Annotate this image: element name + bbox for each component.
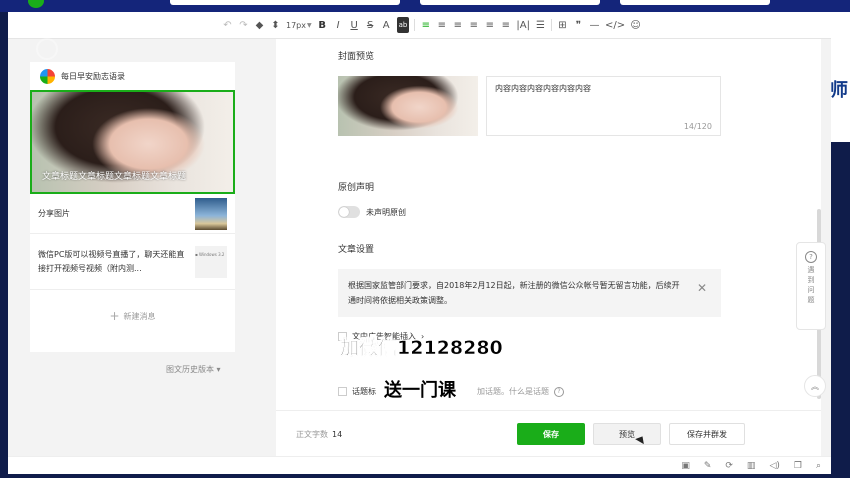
chevron-up-icon: ︽ xyxy=(811,381,819,391)
cover-article-title: 文章标题文章标题文章标题文章标题 xyxy=(42,172,187,182)
cover-article-card[interactable]: 文章标题文章标题文章标题文章标题 xyxy=(30,90,235,194)
list-item-title: 分享图片 xyxy=(38,208,70,218)
align-left-icon[interactable]: ≡ xyxy=(420,17,431,33)
list-item-thumbnail xyxy=(195,197,227,230)
back-to-top-button[interactable]: ︽ xyxy=(804,375,826,397)
code-icon[interactable]: </> xyxy=(605,17,625,33)
align-center-icon[interactable]: ≡ xyxy=(452,17,463,33)
letter-spacing-icon[interactable]: |A| xyxy=(516,17,530,33)
indent-icon[interactable]: ≡ xyxy=(436,17,447,33)
topic-help-text: 加话题。什么是话题 xyxy=(477,387,549,396)
new-message-label: 新建消息 xyxy=(123,311,156,321)
notice-banner: 根据国家监管部门要求，自2018年2月12日起，新注册的微信公众帐号暂无留言功能… xyxy=(338,269,721,317)
quote-icon[interactable]: ❞ xyxy=(573,17,584,33)
paragraph-spacing-icon[interactable]: ≡ xyxy=(484,17,495,33)
history-version-link[interactable]: 图文历史版本 ▾ xyxy=(166,364,221,375)
cover-preview-label: 封面预览 xyxy=(338,52,375,62)
save-and-mass-send-button[interactable]: 保存并群发 xyxy=(669,423,745,445)
settings-label: 文章设置 xyxy=(338,245,375,255)
account-avatar xyxy=(40,68,55,84)
cover-photo xyxy=(338,76,478,136)
plus-icon: + xyxy=(109,309,120,323)
digest-char-count: 14/120 xyxy=(683,122,712,131)
trash-icon[interactable]: ▥ xyxy=(747,461,756,471)
help-icon: ? xyxy=(805,251,817,263)
promo-overlay-line1: 加微信12128280 xyxy=(340,337,503,360)
redo-icon[interactable]: ↷ xyxy=(238,17,249,33)
toolbar-divider xyxy=(414,19,416,31)
editor-window: ↶ ↷ ◆ ⬍ 17px ▼ B I U S A ab ≡ ≡ ≡ ≡ ≡ ≡ |… xyxy=(8,12,831,474)
preview-button[interactable]: 预览 xyxy=(593,423,661,445)
word-count-value: 14 xyxy=(332,430,343,439)
top-strip xyxy=(0,0,850,12)
word-count-label: 正文字数 xyxy=(296,430,328,439)
toolbar-divider xyxy=(550,19,552,31)
original-toggle[interactable] xyxy=(338,206,360,218)
account-name: 每日早安励志语录 xyxy=(61,71,125,81)
promo-overlay-line2: 送一门课 xyxy=(384,380,456,401)
font-color-button[interactable]: A xyxy=(381,17,392,33)
action-bar: 正文字数 14 保存 预览 保存并群发 xyxy=(276,410,821,456)
header-tab[interactable] xyxy=(420,0,600,5)
header-tab[interactable] xyxy=(170,0,400,5)
cover-preview-image[interactable] xyxy=(338,76,478,136)
help-widget[interactable]: ? 遇到问题 xyxy=(796,242,826,330)
underline-button[interactable]: U xyxy=(349,17,360,33)
refresh-icon[interactable]: ⟳ xyxy=(725,461,733,471)
header-tab[interactable] xyxy=(620,0,770,5)
chevron-down-icon: ▾ xyxy=(216,365,221,374)
undo-icon[interactable]: ↶ xyxy=(222,17,233,33)
new-message-button[interactable]: + 新建消息 xyxy=(30,290,235,342)
original-toggle-label: 未声明原创 xyxy=(366,207,406,217)
digest-input[interactable]: 内容内容内容内容内容内容 14/120 xyxy=(486,76,721,136)
italic-button[interactable]: I xyxy=(333,17,344,33)
topic-checkbox[interactable] xyxy=(338,387,347,396)
chevron-down-icon: ▼ xyxy=(307,21,312,29)
list-item[interactable]: 微信PC版可以视频号直播了，聊天还能直接打开视频号视频（附内测... ▪ Win… xyxy=(30,234,235,290)
bold-button[interactable]: B xyxy=(317,17,328,33)
close-icon[interactable]: ✕ xyxy=(697,281,707,296)
list-item[interactable]: 分享图片 xyxy=(30,194,235,234)
font-size-value: 17px xyxy=(286,20,306,30)
clear-format-icon[interactable]: ⬍ xyxy=(270,17,281,33)
line-height-icon[interactable]: ≡ xyxy=(468,17,479,33)
digest-text: 内容内容内容内容内容内容 xyxy=(495,84,591,93)
copy-icon[interactable]: ❐ xyxy=(794,461,802,471)
table-icon[interactable]: ⊞ xyxy=(557,17,568,33)
strikethrough-button[interactable]: S xyxy=(365,17,376,33)
search-icon[interactable]: ⌕ xyxy=(816,461,821,471)
font-size-select[interactable]: 17px ▼ xyxy=(286,17,312,33)
spacing-icon[interactable]: ≡ xyxy=(500,17,511,33)
notice-text: 根据国家监管部门要求，自2018年2月12日起，新注册的微信公众帐号暂无留言功能… xyxy=(348,281,680,305)
watermark-logo xyxy=(36,34,166,64)
list-item-title: 微信PC版可以视频号直播了，聊天还能直接打开视频号视频（附内测... xyxy=(38,249,185,273)
emoji-icon[interactable]: ☺ xyxy=(630,17,641,33)
pin-icon[interactable]: ✎ xyxy=(704,461,712,471)
help-label: 遇到问题 xyxy=(807,266,815,304)
history-label: 图文历史版本 xyxy=(166,365,214,374)
status-bar: ▣ ✎ ⟳ ▥ ◁) ❐ ⌕ xyxy=(8,456,831,474)
background-page-edge: 师 xyxy=(828,12,850,142)
save-button[interactable]: 保存 xyxy=(517,423,585,445)
divider-line-icon[interactable]: — xyxy=(589,17,600,33)
list-icon[interactable]: ☰ xyxy=(535,17,546,33)
watermark-icon xyxy=(36,38,58,60)
volume-icon[interactable]: ◁) xyxy=(769,461,779,471)
thumbnail-caption: ▪ Windows 3.2 xyxy=(195,251,225,257)
word-count: 正文字数 14 xyxy=(296,429,342,440)
original-label: 原创声明 xyxy=(338,183,375,193)
article-list: 每日早安励志语录 文章标题文章标题文章标题文章标题 分享图片 微信PC版可以视频… xyxy=(30,62,235,352)
page-edge-text: 师 xyxy=(830,80,848,101)
account-header: 每日早安励志语录 xyxy=(30,62,235,90)
wechat-logo-icon xyxy=(28,0,44,8)
list-item-thumbnail: ▪ Windows 3.2 xyxy=(195,245,227,278)
help-icon[interactable]: ? xyxy=(554,386,564,397)
topic-label: 话题标 xyxy=(352,387,376,396)
image-icon[interactable]: ▣ xyxy=(681,461,690,471)
original-toggle-row: 未声明原创 xyxy=(338,206,406,218)
background-color-button[interactable]: ab xyxy=(396,17,410,33)
format-brush-icon[interactable]: ◆ xyxy=(254,17,265,33)
